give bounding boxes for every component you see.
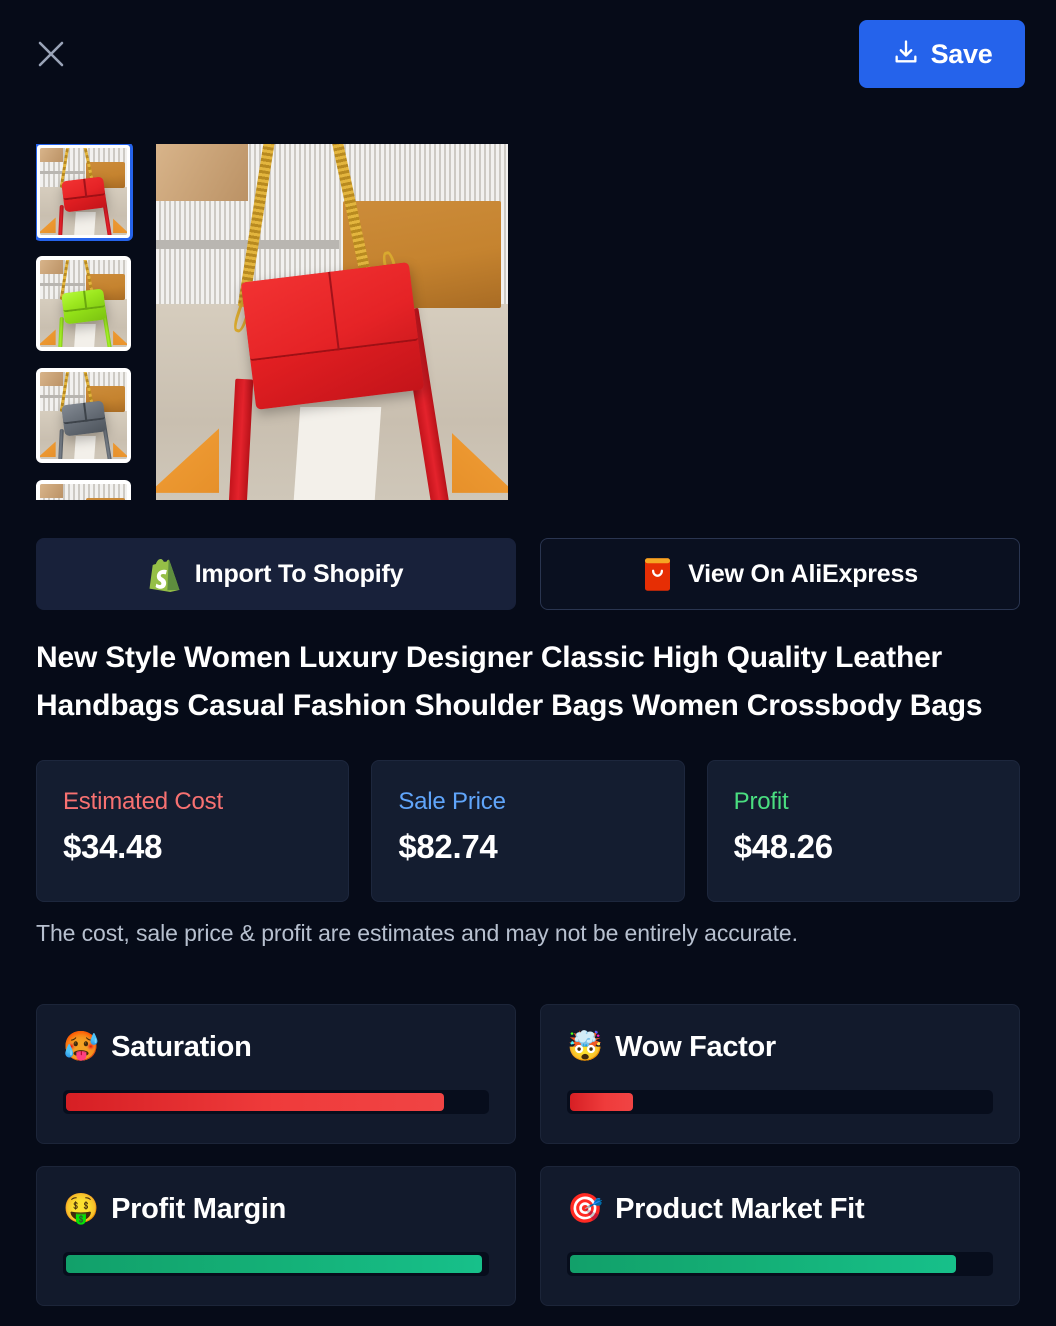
metric-progress-fill-product-market-fit — [570, 1255, 957, 1273]
profit-label: Profit — [733, 788, 789, 815]
save-button[interactable]: Save — [859, 20, 1025, 88]
profit-card: Profit $48.26 — [706, 760, 1020, 902]
thumbnail-item-2[interactable] — [36, 256, 131, 351]
metric-progress-track-profit-margin — [63, 1252, 489, 1276]
thumbnail-item-4[interactable] — [36, 480, 131, 500]
metric-header: 🥵 Saturation — [63, 1031, 489, 1064]
estimated-cost-card: Estimated Cost $34.48 — [36, 760, 350, 902]
metric-label-product-market-fit: Product Market Fit — [615, 1193, 865, 1225]
metric-progress-track-product-market-fit — [567, 1252, 993, 1276]
metric-label-profit-margin: Profit Margin — [111, 1193, 287, 1225]
metric-card-grid: 🥵 Saturation 🤯 Wow Factor 🤑 Profit Margi… — [36, 1004, 1020, 1306]
metric-card-product-market-fit: 🎯 Product Market Fit — [540, 1166, 1020, 1306]
sale-price-card: Sale Price $82.74 — [371, 760, 685, 902]
aliexpress-icon — [642, 557, 673, 592]
metric-progress-fill-wow-factor — [570, 1093, 633, 1111]
metric-progress-track-wow-factor — [567, 1090, 993, 1114]
thumbnail-item-1[interactable] — [36, 144, 133, 241]
profit-value: $48.26 — [733, 828, 833, 866]
metric-header: 🤯 Wow Factor — [567, 1031, 993, 1064]
top-bar: Save — [0, 0, 1056, 108]
close-icon[interactable] — [28, 31, 74, 77]
import-to-shopify-button[interactable]: Import To Shopify — [36, 538, 516, 610]
action-button-row: Import To Shopify View On AliExpress — [36, 538, 1020, 610]
view-on-aliexpress-button[interactable]: View On AliExpress — [540, 538, 1020, 610]
shopify-icon — [149, 557, 180, 592]
thumbnail-list[interactable] — [36, 144, 135, 500]
metric-header: 🤑 Profit Margin — [63, 1193, 489, 1226]
save-button-label: Save — [930, 38, 993, 69]
main-product-image[interactable] — [156, 144, 508, 500]
metric-card-saturation: 🥵 Saturation — [36, 1004, 516, 1144]
hot-face-icon: 🥵 — [63, 1031, 100, 1063]
view-on-aliexpress-label: View On AliExpress — [688, 559, 918, 588]
money-mouth-face-icon: 🤑 — [63, 1193, 100, 1225]
thumbnail-item-3[interactable] — [36, 368, 131, 463]
price-summary-row: Estimated Cost $34.48 Sale Price $82.74 … — [36, 760, 1020, 902]
metric-progress-fill-saturation — [66, 1093, 444, 1111]
price-disclaimer: The cost, sale price & profit are estima… — [36, 920, 798, 946]
exploding-head-icon: 🤯 — [567, 1031, 604, 1063]
product-detail-panel: Save Import To Shopify View On AliExpres… — [0, 0, 1056, 1326]
bullseye-icon: 🎯 — [567, 1193, 604, 1225]
product-title: New Style Women Luxury Designer Classic … — [36, 641, 983, 722]
estimated-cost-value: $34.48 — [63, 828, 163, 866]
metric-label-wow-factor: Wow Factor — [615, 1031, 776, 1063]
metric-card-profit-margin: 🤑 Profit Margin — [36, 1166, 516, 1306]
metric-progress-track-saturation — [63, 1090, 489, 1114]
sale-price-label: Sale Price — [398, 788, 506, 815]
metric-progress-fill-profit-margin — [66, 1255, 482, 1273]
import-to-shopify-label: Import To Shopify — [194, 559, 404, 588]
sale-price-value: $82.74 — [398, 828, 498, 866]
product-gallery — [36, 144, 1020, 500]
download-icon — [892, 38, 920, 71]
metric-card-wow-factor: 🤯 Wow Factor — [540, 1004, 1020, 1144]
estimated-cost-label: Estimated Cost — [63, 788, 223, 815]
metric-header: 🎯 Product Market Fit — [567, 1193, 993, 1226]
metric-label-saturation: Saturation — [111, 1031, 252, 1063]
